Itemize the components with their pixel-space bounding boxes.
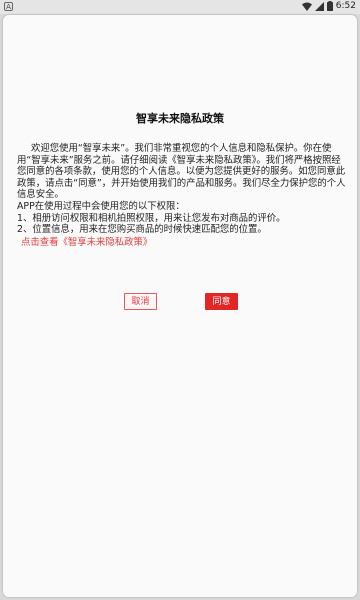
status-time: 6:52 [335, 1, 356, 11]
privacy-dialog: 智享未来隐私政策 欢迎您使用“智享未来”。我们非常重视您的个人信息和隐私保护。你… [3, 15, 357, 597]
battery-icon [326, 1, 333, 11]
permission-item-location: 2、位置信息，用来在您购买商品的时候快速匹配您的位置。 [17, 224, 267, 236]
status-bar: A 6:52 [0, 0, 360, 14]
notification-icon: A [4, 2, 13, 11]
notification-glyph: A [6, 3, 11, 11]
dialog-title: 智享未来隐私政策 [136, 112, 224, 125]
privacy-policy-link[interactable]: 点击查看《智享未来隐私政策》 [21, 237, 349, 249]
signal-icon [314, 1, 324, 11]
dialog-body: 欢迎您使用“智享未来”。我们非常重视您的个人信息和隐私保护。你在使用“智享未来”… [17, 143, 349, 248]
permission-item-photos: 1、相册访问权限和相机拍照权限，用来让您发布对商品的评价。 [17, 212, 286, 224]
agree-button[interactable]: 同意 [205, 293, 238, 310]
intro-paragraph: 欢迎您使用“智享未来”。我们非常重视您的个人信息和隐私保护。你在使用“智享未来”… [17, 143, 346, 201]
status-icons: 6:52 [301, 1, 356, 11]
permissions-intro: APP在使用过程中会使用您的以下权限： [17, 200, 185, 212]
cancel-button[interactable]: 取消 [124, 293, 157, 310]
wifi-icon [301, 2, 312, 11]
